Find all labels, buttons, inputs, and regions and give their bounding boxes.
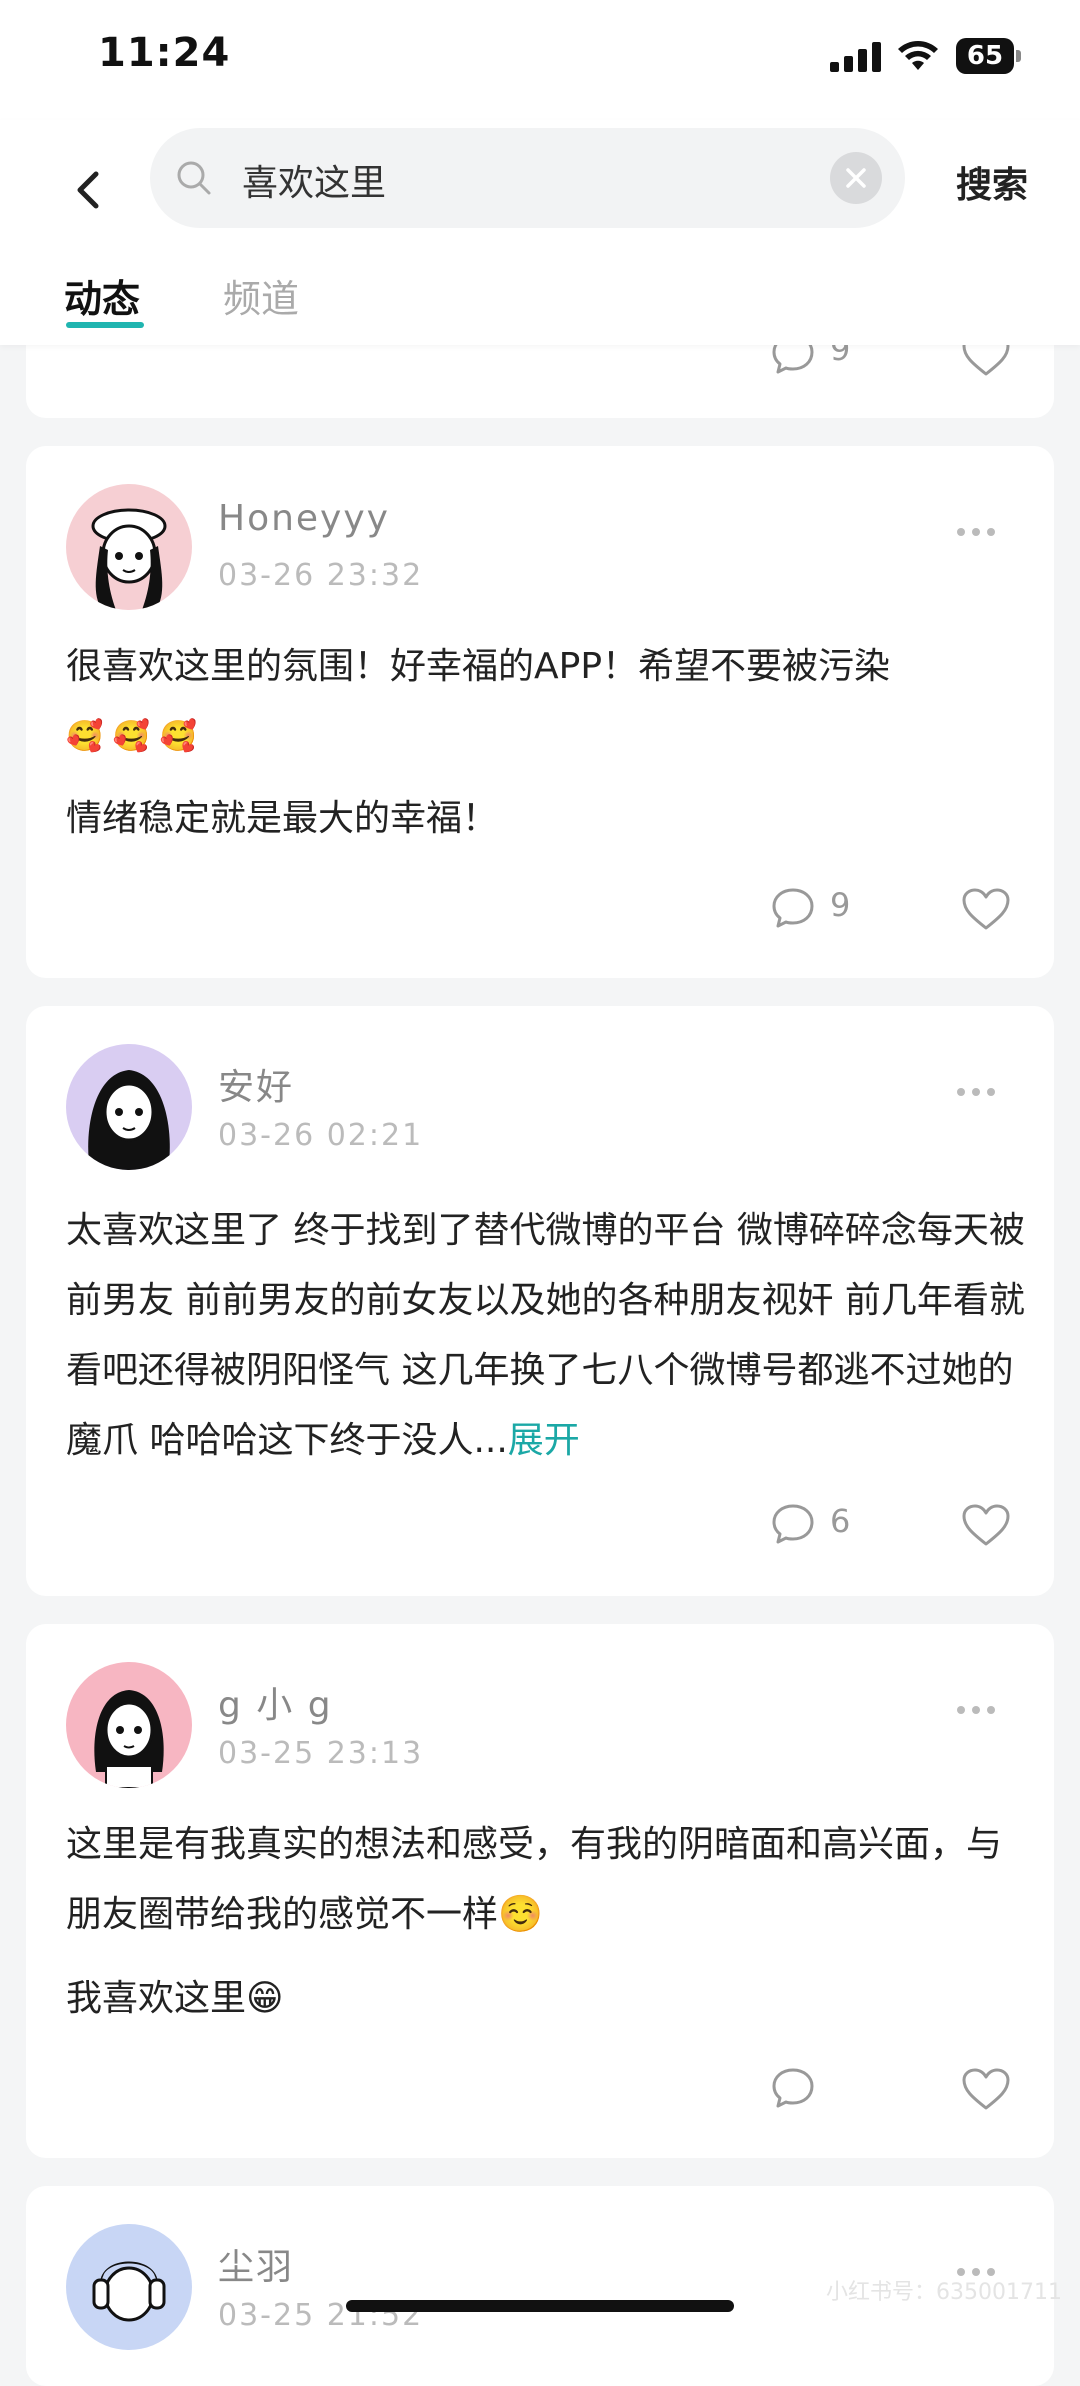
clear-search-button[interactable] [830,152,882,204]
expand-link[interactable]: 展开 [508,1420,580,1461]
post-text: 我喜欢这里😁 [66,1978,284,2019]
close-icon [846,168,866,188]
post-text: 这里是有我真实的想法和感受，有我的阴暗面和高兴面，与朋友圈带给我的感觉不一样☺️ [66,1824,1003,1935]
heart-icon[interactable] [960,1502,1012,1548]
tab-posts[interactable]: 动态 [64,268,140,323]
heart-icon[interactable] [960,2066,1012,2112]
comment-icon[interactable] [770,1502,816,1546]
post-card[interactable]: 安好 03-26 02:21 太喜欢这里了 终于找到了替代微博的平台 微博碎碎念… [26,1006,1054,1596]
battery-icon: 65 [956,38,1022,74]
avatar[interactable] [66,1662,192,1788]
active-tab-indicator [66,322,144,328]
ellipsis-icon [957,1706,995,1714]
ellipsis-icon [957,1088,995,1096]
user-avatar-icon [66,2224,192,2350]
comment-icon[interactable] [770,886,816,930]
username[interactable]: 安好 [218,1058,294,1110]
post-text: 很喜欢这里的氛围！好幸福的APP！希望不要被污染 [66,646,891,687]
user-avatar-icon [66,484,192,610]
watermark: 小红书号：635001711 [826,2280,1062,2305]
post-text: 太喜欢这里了 终于找到了替代微博的平台 微博碎碎念每天被前男友 前前男友的前女友… [66,1196,1026,1476]
post-card[interactable]: Honeyyy 03-26 23:32 很喜欢这里的氛围！好幸福的APP！希望不… [26,446,1054,978]
search-input[interactable]: 喜欢这里 [150,128,905,228]
ellipsis-icon [957,528,995,536]
wifi-icon [898,41,938,70]
avatar[interactable] [66,484,192,610]
search-query[interactable]: 喜欢这里 [242,154,386,206]
user-avatar-icon [66,1044,192,1170]
heart-icon[interactable] [960,886,1012,932]
username[interactable]: Honeyyy [218,498,390,539]
more-options-button[interactable] [956,1066,996,1106]
post-text: 情绪稳定就是最大的幸福！ [66,798,499,839]
username[interactable]: g 小 g [218,1676,333,1728]
comment-icon[interactable] [770,2066,816,2110]
post-emoji-line: 🥰 🥰 🥰 [66,719,198,754]
avatar[interactable] [66,1044,192,1170]
post-time: 03-26 23:32 [218,558,424,593]
avatar[interactable] [66,2224,192,2350]
search-header: 喜欢这里 搜索 动态 频道 [0,120,1080,345]
search-icon [177,161,211,195]
user-avatar-icon [66,1662,192,1788]
home-indicator [346,2300,734,2312]
more-options-button[interactable] [956,506,996,546]
cellular-signal-icon [830,42,881,72]
back-arrow-icon[interactable] [68,160,108,220]
comment-count: 6 [830,1502,851,1540]
post-time: 03-26 02:21 [218,1118,424,1153]
post-card[interactable]: g 小 g 03-25 23:13 这里是有我真实的想法和感受，有我的阴暗面和高… [26,1624,1054,2158]
post-time: 03-25 23:13 [218,1736,424,1771]
battery-level: 65 [956,38,1014,74]
username[interactable]: 尘羽 [218,2238,294,2290]
status-bar: 11:24 65 [0,0,1080,120]
status-time: 11:24 [98,30,231,76]
search-button[interactable]: 搜索 [956,156,1028,208]
more-options-button[interactable] [956,1684,996,1724]
tab-channels[interactable]: 频道 [223,268,299,323]
comment-count: 9 [830,886,851,924]
